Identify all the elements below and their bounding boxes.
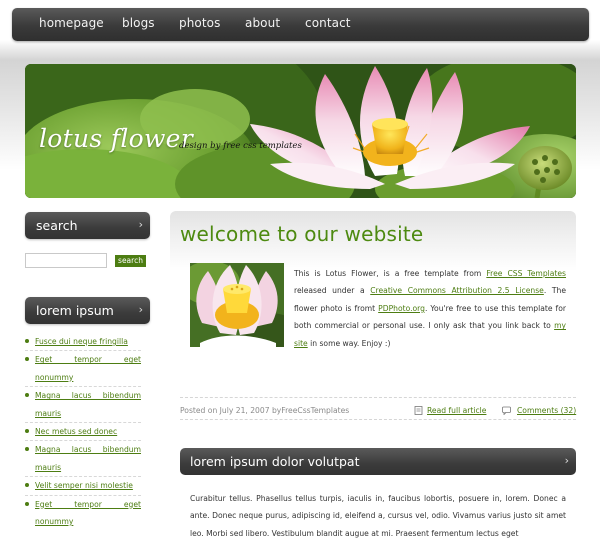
chevron-right-icon: › (138, 303, 143, 316)
list-item: Velit semper nisi molestie (25, 477, 141, 496)
read-full-article-link[interactable]: Read full article (427, 406, 486, 415)
list-item: Nec metus sed donec (25, 423, 141, 442)
sidebar-link[interactable]: Velit semper nisi molestie (35, 481, 133, 490)
list-item: Fusce dui neque fringilla (25, 333, 141, 352)
sidebar-link[interactable]: Eget tempor eget nonummy (35, 355, 141, 381)
sidebar-link-list: Fusce dui neque fringilla Eget tempor eg… (25, 333, 141, 530)
read-full-container: Read full article (427, 406, 486, 415)
sidebar-link[interactable]: Eget tempor eget nonummy (35, 500, 141, 526)
sidebar-link[interactable]: Magna lacus bibendum mauris (35, 445, 141, 471)
comments-container: Comments (32) (517, 406, 576, 415)
sidebar-link[interactable]: Fusce dui neque fringilla (35, 337, 128, 346)
post-text: This is Lotus Flower, is a free template… (294, 269, 487, 278)
search-heading: search › (25, 212, 150, 239)
top-navigation: homepage blogs photos about contact (12, 8, 589, 41)
site-tagline: design by free css templates (179, 141, 302, 151)
search-button[interactable]: search (115, 255, 146, 267)
nav-photos[interactable]: photos (179, 16, 220, 30)
post-title: welcome to our website (180, 222, 424, 246)
post-heading: lorem ipsum dolor volutpat › (180, 448, 576, 475)
chevron-right-icon: › (564, 454, 569, 467)
header-banner: lotus flower design by free css template… (25, 64, 576, 198)
links-heading-label: lorem ipsum (36, 303, 114, 318)
divider (180, 397, 576, 398)
post-body: This is Lotus Flower, is a free template… (294, 265, 566, 352)
free-css-templates-link[interactable]: Free CSS Templates (486, 269, 566, 278)
pdphoto-link[interactable]: PDPhoto.org (378, 304, 425, 313)
site-title: lotus flower (39, 124, 194, 153)
lotus-thumbnail-icon (190, 263, 284, 347)
divider (180, 419, 576, 420)
sidebar-link[interactable]: Nec metus sed donec (35, 427, 117, 436)
post-text: in some way. Enjoy :) (307, 338, 391, 348)
nav-contact[interactable]: contact (305, 16, 351, 30)
nav-blogs[interactable]: blogs (122, 16, 155, 30)
sidebar-link[interactable]: Magna lacus bibendum mauris (35, 391, 141, 417)
post-text: released under a (294, 286, 371, 296)
list-item: Magna lacus bibendum mauris (25, 387, 141, 424)
post-heading-label: lorem ipsum dolor volutpat (190, 454, 360, 469)
list-item: Eget tempor eget nonummy (25, 496, 141, 531)
post-meta: Posted on July 21, 2007 byFreeCssTemplat… (180, 406, 350, 415)
nav-about[interactable]: about (245, 16, 280, 30)
nav-homepage[interactable]: homepage (39, 16, 104, 30)
list-item: Eget tempor eget nonummy (25, 351, 141, 388)
chevron-right-icon: › (138, 218, 143, 231)
document-icon (414, 406, 423, 415)
links-heading: lorem ipsum › (25, 297, 150, 324)
post-thumbnail-image (190, 263, 284, 347)
search-heading-label: search (36, 218, 78, 233)
search-input[interactable] (25, 253, 107, 268)
comments-link[interactable]: Comments (32) (517, 406, 576, 415)
comment-icon (502, 406, 511, 415)
license-link[interactable]: Creative Commons Attribution 2.5 License (370, 286, 544, 295)
post-body: Curabitur tellus. Phasellus tellus turpi… (190, 494, 566, 538)
list-item: Magna lacus bibendum mauris (25, 441, 141, 478)
